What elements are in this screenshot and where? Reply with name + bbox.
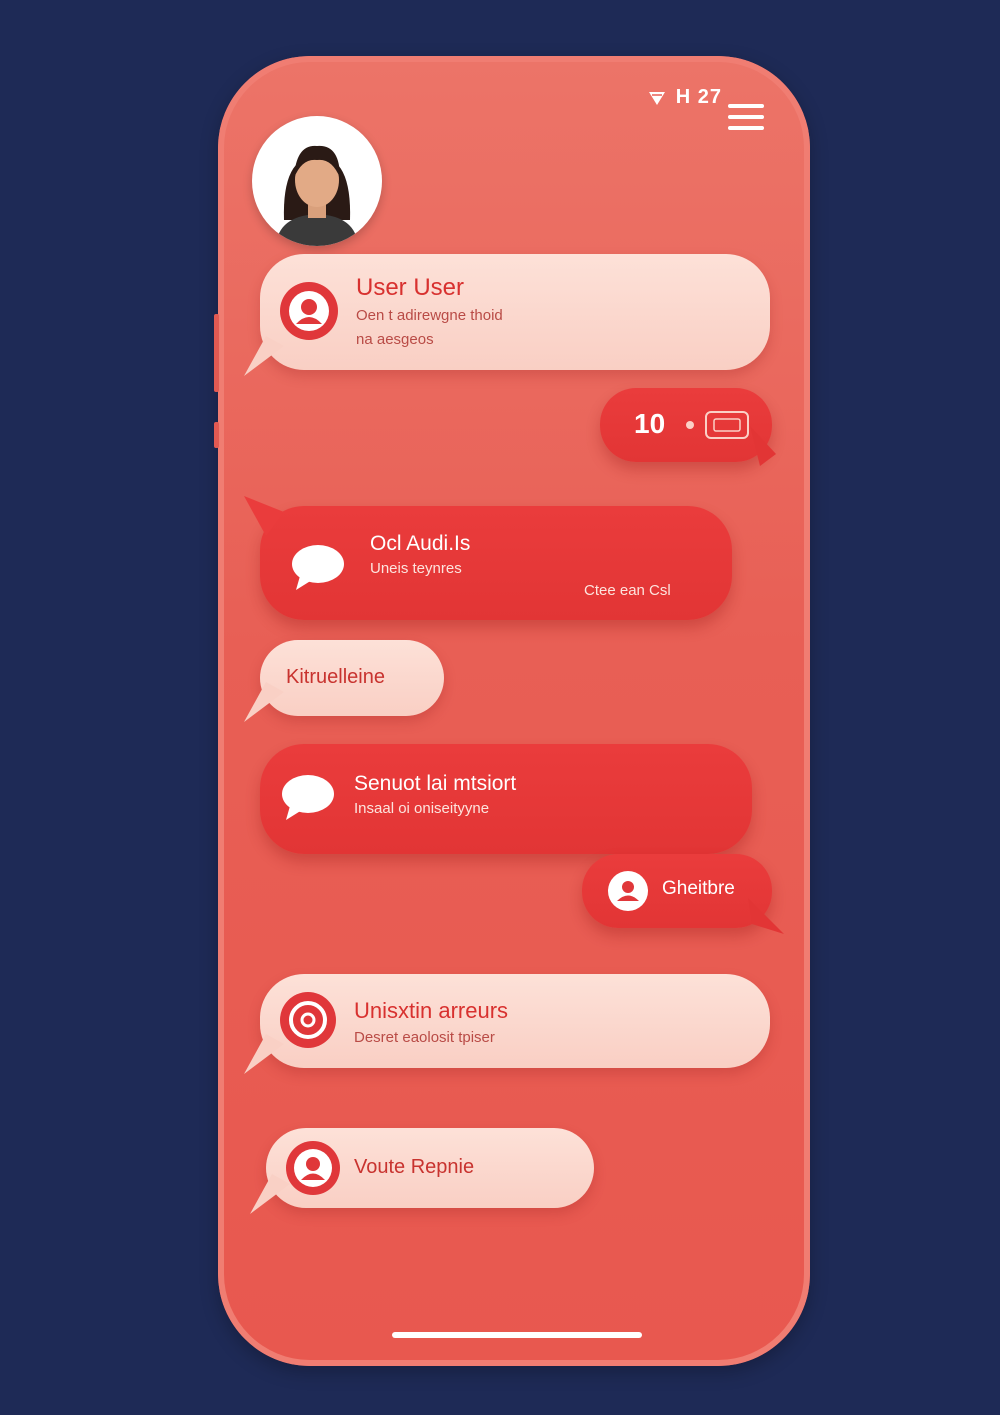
status-bar: H 27 <box>648 86 722 109</box>
message-bubble-reply[interactable]: Voute Repnie <box>250 1128 594 1214</box>
message-bubble-chat[interactable]: Senuot lai mtsiort Insaal oi oniseityyne <box>260 744 752 854</box>
message-meta: Ctee ean Csl <box>584 582 671 599</box>
message-bubble-mention[interactable]: Unisxtin arreurs Desret eaolosit tpiser <box>244 974 770 1074</box>
message-title: Ocl Audi.Is <box>370 532 471 555</box>
home-indicator[interactable] <box>392 1332 642 1338</box>
message-title: Voute Repnie <box>354 1156 475 1178</box>
user-icon <box>280 282 338 340</box>
user-icon <box>608 871 648 911</box>
message-count: 10 <box>634 408 666 439</box>
at-sign-icon <box>280 992 336 1048</box>
phone-frame: H 27 User User Oen t adirewgne thoid na … <box>214 56 810 1366</box>
message-subtitle: Desret eaolosit tpiser <box>354 1029 495 1046</box>
volume-button <box>214 314 219 392</box>
status-time: H 27 <box>675 86 722 108</box>
wifi-icon <box>648 91 665 105</box>
profile-avatar[interactable] <box>252 116 382 246</box>
message-bubble-short[interactable]: Kitruelleine <box>244 640 444 722</box>
message-bubble-chat[interactable]: Ocl Audi.Is Uneis teynres Ctee ean Csl <box>244 496 732 620</box>
message-title: Kitruelleine <box>286 666 385 688</box>
message-bubble-contact[interactable]: Gheitbre <box>582 854 784 934</box>
message-bubble-user[interactable]: User User Oen t adirewgne thoid na aesge… <box>244 254 770 376</box>
hamburger-menu-icon[interactable] <box>728 104 764 132</box>
message-title: User User <box>356 274 465 301</box>
message-subtitle: Uneis teynres <box>370 560 462 577</box>
ticket-icon <box>686 411 749 439</box>
avatar-woman-icon <box>255 119 379 246</box>
message-subtitle: Oen t adirewgne thoid na aesgeos <box>356 307 503 348</box>
message-title: Unisxtin arreurs <box>354 998 509 1023</box>
chat-bubble-icon <box>292 545 344 590</box>
message-bubble-count[interactable]: 10 <box>600 388 776 466</box>
message-subtitle: Insaal oi oniseityyne <box>354 800 490 817</box>
side-button <box>214 422 219 448</box>
message-title: Senuot lai mtsiort <box>354 772 517 795</box>
message-title: Gheitbre <box>662 878 735 899</box>
user-icon <box>286 1141 340 1195</box>
chat-bubble-icon <box>282 775 334 820</box>
